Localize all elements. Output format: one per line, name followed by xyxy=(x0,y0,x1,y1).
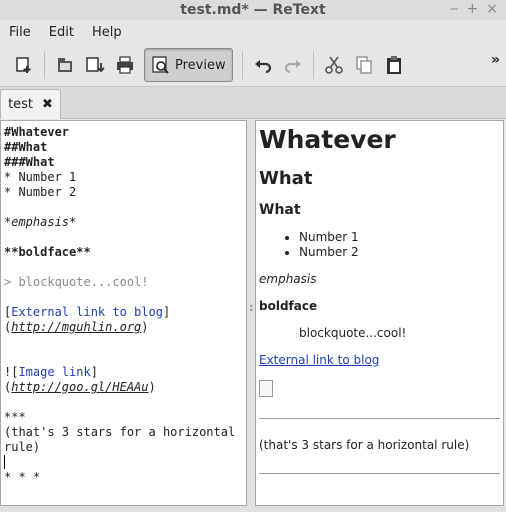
preview-blockquote: blockquote...cool! xyxy=(299,326,407,340)
print-icon xyxy=(117,56,133,74)
editor-line: * Number 2 xyxy=(4,185,77,199)
maximize-icon[interactable]: + xyxy=(467,1,479,17)
image-paren-close: ) xyxy=(148,380,156,394)
new-document-icon xyxy=(16,57,31,73)
image-alt-text: Image link xyxy=(18,365,91,379)
editor-blank-line xyxy=(4,395,243,410)
live-preview-pane: Whatever What What Number 1 Number 2 emp… xyxy=(255,120,504,506)
open-icon xyxy=(58,58,72,72)
open-button[interactable] xyxy=(50,50,80,80)
title-bar: test.md* — ReText ‒ + × xyxy=(0,0,506,20)
image-bracket-close: ] xyxy=(90,365,98,379)
editor-line: [External link to blog] xyxy=(4,305,243,320)
editor-line: * * * xyxy=(4,470,41,484)
tab-bar: test ✖ xyxy=(0,87,506,119)
preview-emphasis: emphasis xyxy=(259,272,317,286)
editor-blank-line xyxy=(4,290,243,305)
editor-cursor-line xyxy=(4,455,243,470)
menu-bar: File Edit Help xyxy=(0,20,506,44)
paste-button[interactable] xyxy=(379,50,409,80)
list-item: Number 2 xyxy=(299,245,500,260)
image-bracket-open: ![ xyxy=(4,365,19,379)
tab-close-icon[interactable]: ✖ xyxy=(42,97,53,112)
editor-line: **boldface** xyxy=(4,245,91,259)
preview-heading-2: What xyxy=(259,168,313,189)
markdown-editor[interactable]: #Whatever ##What ###What * Number 1 * Nu… xyxy=(0,120,247,506)
editor-line: * Number 1 xyxy=(4,170,77,184)
editor-line: ![Image link] xyxy=(4,365,243,380)
close-window-icon[interactable]: × xyxy=(486,1,498,17)
toolbar-overflow-button[interactable]: » xyxy=(491,52,500,68)
save-icon xyxy=(86,57,105,73)
menu-edit[interactable]: Edit xyxy=(40,25,83,40)
copy-icon xyxy=(355,56,372,74)
editor-line: (http://mguhlin.org) xyxy=(4,320,243,335)
tab-test[interactable]: test ✖ xyxy=(0,89,61,119)
editor-line: ###What xyxy=(4,155,55,169)
preview-heading-1: Whatever xyxy=(259,125,396,154)
toolbar-separator xyxy=(312,51,314,79)
menu-help[interactable]: Help xyxy=(83,25,131,40)
menu-file[interactable]: File xyxy=(0,25,40,40)
horizontal-rule xyxy=(259,418,500,419)
splitter-handle-icon: • • xyxy=(249,302,254,315)
horizontal-rule xyxy=(259,473,500,474)
status-bar xyxy=(0,506,506,512)
preview-bullet-list: Number 1 Number 2 xyxy=(259,230,500,260)
preview-boldface: boldface xyxy=(259,299,318,313)
undo-button[interactable] xyxy=(248,50,278,80)
link-text: External link to blog xyxy=(11,305,163,319)
window-controls: ‒ + × xyxy=(450,1,498,17)
editor-blank-line xyxy=(4,230,243,245)
print-button[interactable] xyxy=(110,50,140,80)
toolbar-separator xyxy=(241,51,243,79)
broken-image-icon xyxy=(259,380,273,397)
preview-label: Preview xyxy=(175,57,226,73)
list-item: Number 1 xyxy=(299,230,500,245)
window-title: test.md* — ReText xyxy=(180,2,326,18)
preview-button[interactable]: Preview xyxy=(144,48,233,82)
cut-button[interactable] xyxy=(319,50,349,80)
editor-line: *** xyxy=(4,410,26,424)
redo-button[interactable] xyxy=(278,50,308,80)
paren-close: ) xyxy=(141,320,149,334)
editor-line: #Whatever xyxy=(4,125,70,139)
editor-line: ##What xyxy=(4,140,48,154)
editor-blank-line xyxy=(4,335,243,350)
preview-heading-3: What xyxy=(259,202,301,218)
toolbar-separator xyxy=(44,51,45,79)
editor-line: (that's 3 stars for a horizontal xyxy=(4,425,236,439)
undo-icon xyxy=(254,60,271,74)
link-url: http://mguhlin.org xyxy=(11,320,142,334)
cut-icon xyxy=(324,56,343,74)
copy-button[interactable] xyxy=(349,50,379,80)
paste-icon xyxy=(386,56,401,74)
text-cursor xyxy=(4,455,5,469)
tab-label: test xyxy=(8,97,34,112)
image-url: http://goo.gl/HEAAu xyxy=(11,380,149,394)
editor-line: rule) xyxy=(4,440,41,454)
preview-link[interactable]: External link to blog xyxy=(259,353,500,368)
redo-icon xyxy=(284,60,301,74)
bracket-close: ] xyxy=(162,305,171,319)
minimize-icon[interactable]: ‒ xyxy=(450,1,459,17)
toolbar: Preview » xyxy=(0,44,506,87)
editor-blank-line xyxy=(4,350,243,365)
preview-paragraph: (that's 3 stars for a horizontal rule) xyxy=(259,438,470,452)
editor-blank-line xyxy=(4,200,243,215)
editor-line: > blockquote...cool! xyxy=(4,275,149,289)
save-button[interactable] xyxy=(80,50,110,80)
editor-line: (http://goo.gl/HEAAu) xyxy=(4,380,243,395)
preview-icon xyxy=(152,56,169,74)
editor-blank-line xyxy=(4,260,243,275)
editor-line: *emphasis* xyxy=(4,215,77,229)
new-document-button[interactable] xyxy=(9,50,39,80)
